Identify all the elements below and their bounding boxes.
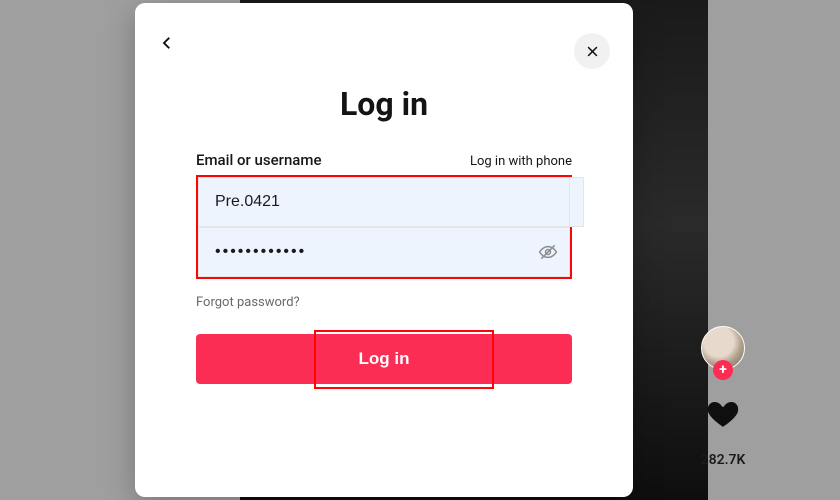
close-button[interactable] — [574, 33, 610, 69]
modal-top-bar — [135, 3, 633, 65]
forgot-password-link[interactable]: Forgot password? — [196, 295, 572, 310]
login-labels-row: Email or username Log in with phone — [196, 151, 572, 169]
username-input[interactable] — [198, 177, 570, 227]
video-action-rail: + 282.7K — [701, 326, 745, 468]
creator-avatar-wrap[interactable]: + — [701, 326, 745, 376]
username-label: Email or username — [196, 151, 321, 169]
like-count: 282.7K — [701, 452, 746, 468]
follow-plus-badge[interactable]: + — [713, 360, 733, 380]
toggle-password-visibility[interactable] — [534, 238, 562, 266]
heart-icon — [706, 397, 740, 431]
login-modal: Log in Email or username Log in with pho… — [135, 3, 633, 497]
username-overflow-edge — [570, 177, 584, 227]
login-submit-button[interactable]: Log in — [196, 334, 572, 384]
eye-off-icon — [538, 242, 558, 262]
credentials-highlight-box — [196, 175, 572, 279]
like-button[interactable] — [705, 396, 741, 432]
chevron-left-icon — [158, 34, 176, 52]
login-with-phone-link[interactable]: Log in with phone — [470, 154, 572, 169]
app-stage: + 282.7K Log in Email or username Log in… — [0, 0, 840, 500]
password-input-wrap — [198, 227, 570, 277]
modal-title: Log in — [135, 85, 633, 123]
password-input[interactable] — [198, 227, 570, 277]
back-button[interactable] — [149, 25, 185, 61]
username-input-wrap — [198, 177, 570, 227]
login-button-wrap: Log in — [196, 334, 572, 384]
close-icon — [585, 44, 600, 59]
login-form: Email or username Log in with phone — [196, 151, 572, 384]
